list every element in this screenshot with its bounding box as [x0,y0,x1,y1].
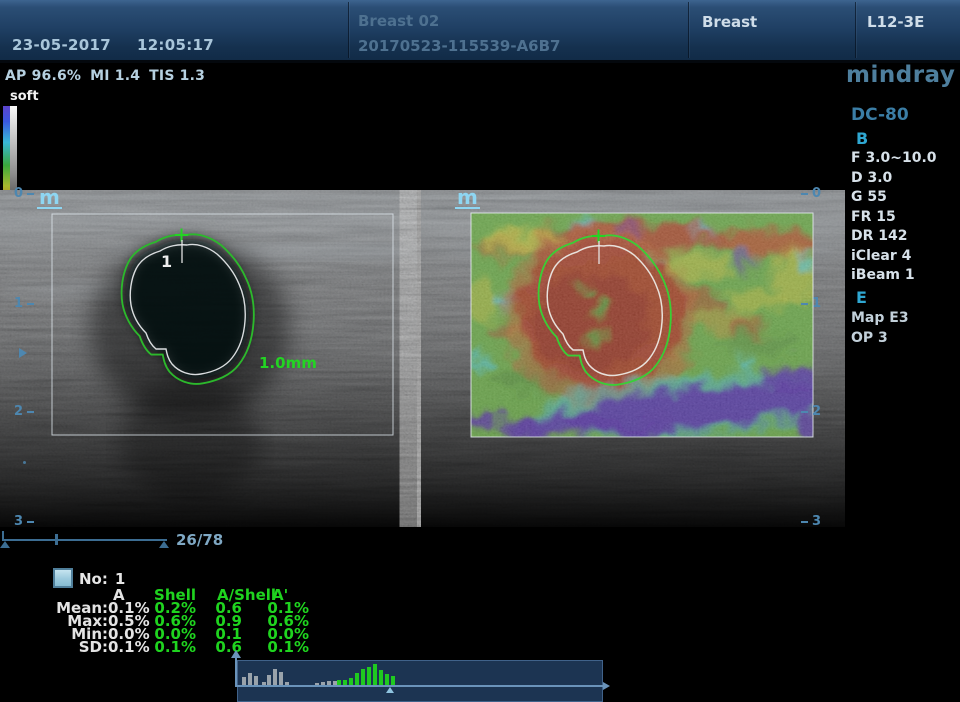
acoustic-output-status: AP 96.6% MI 1.4 TIS 1.3 [5,68,214,84]
e-mode-label: E [856,288,867,307]
ultrasound-display: 1 1.0mm [0,190,845,527]
tick-mark [27,303,34,305]
ultrasound-screen: { "header": { "date": "23-05-2017", "tim… [0,0,960,693]
sd-a-prime: 0.1% [250,641,314,654]
focus-position-marker [19,348,27,358]
param-dynamic-range: DR 142 [851,227,937,247]
param-op: OP 3 [851,329,909,349]
bmode-image: 1 1.0mm [0,190,490,527]
histogram-bar [254,676,258,685]
depth-tick-right-0: 0 [801,186,821,201]
topbar-divider [688,2,689,58]
mindray-logo: mindray [846,62,955,88]
histogram-bar [373,664,377,685]
patient-name: Breast 02 [358,12,439,30]
tick-mark [801,411,808,413]
depth-tick-right-2: 2 [801,404,821,419]
orientation-marker-right: m [455,188,480,209]
row-label: SD: [38,641,108,654]
datetime: 23-05-2017 12:05:17 [12,36,240,54]
param-frame-rate: FR 15 [851,208,937,228]
histogram-bars [237,660,601,685]
histogram-position-marker [386,687,394,693]
exam-time: 12:05:17 [137,36,214,54]
sd-a: 0.1% [108,641,146,654]
cine-position-handle[interactable] [55,534,58,545]
histogram-bar [355,673,359,685]
probe-name: L12-3E [867,13,924,31]
caliper-index-label: 1 [161,252,172,271]
histogram-y-axis [235,657,237,687]
histogram-y-axis-arrow [231,650,241,658]
measurement-table: A Shell A/Shell A' Mean: 0.1% 0.2% 0.6 0… [38,589,314,654]
depth-tick-left-0: 0 [14,186,34,201]
tick-mark [801,303,808,305]
cine-left-end-marker [0,541,10,548]
param-depth: D 3.0 [851,169,937,189]
exam-type: Breast [702,13,757,31]
histogram-x-axis-arrow [603,682,610,690]
orientation-marker-left: m [37,188,62,209]
depth-tick-left-3: 3 [14,514,34,529]
top-bar: 23-05-2017 12:05:17 Breast 02 20170523-11… [0,0,960,63]
histogram-bar [248,673,252,685]
histogram-bar [279,672,283,685]
depth-tick-left-2: 2 [14,404,34,419]
tick-mark [801,521,808,523]
b-mode-label: B [856,129,868,148]
tis-value: TIS 1.3 [149,68,205,84]
histogram-bar [385,674,389,685]
sd-shell: 0.1% [146,641,202,654]
tick-mark [27,411,34,413]
topbar-divider [348,2,349,58]
param-map: Map E3 [851,309,909,329]
sd-a-shell: 0.6 [202,641,250,654]
histogram-bar [391,676,395,685]
system-model: DC-80 [851,105,909,125]
cine-scrollbar[interactable] [2,539,167,541]
depth-tick-right-1: 1 [801,296,821,311]
param-gain: G 55 [851,188,937,208]
e-mode-parameters: Map E3 OP 3 [851,309,909,348]
param-frequency: F 3.0~10.0 [851,149,937,169]
histogram-bar [267,675,271,685]
tick-mark [27,193,34,195]
patient-id: 20170523-115539-A6B7 [358,37,561,55]
tick-mark [801,193,808,195]
histogram-bar [273,669,277,685]
elasto-image [421,190,845,527]
mi-value: MI 1.4 [90,68,140,84]
param-iclear: iClear 4 [851,247,937,267]
histogram-x-axis [236,685,604,687]
histogram-bar [242,677,246,685]
depth-tick-right-3: 3 [801,514,821,529]
b-mode-parameters: F 3.0~10.0 D 3.0 G 55 FR 15 DR 142 iClea… [851,149,937,286]
topbar-divider [855,2,856,58]
histogram-bar [361,669,365,685]
depth-minor-dot [23,461,26,464]
cine-start-tick [2,531,4,539]
measurement-checkbox[interactable] [53,568,73,588]
shell-thickness-label: 1.0mm [259,354,317,372]
ap-value: AP 96.6% [5,68,81,84]
depth-tick-left-1: 1 [14,296,34,311]
histogram-bar [349,678,353,685]
cine-frame-counter: 26/78 [176,531,223,549]
histogram-bar [379,670,383,685]
param-ibeam: iBeam 1 [851,266,937,286]
measurement-number-label: No: [79,570,108,588]
elasto-scale-soft-label: soft [10,89,39,104]
histogram-bar [367,667,371,685]
tick-mark [27,521,34,523]
exam-date: 23-05-2017 [12,36,111,54]
cine-right-end-marker [159,541,169,548]
elasto-color-map [458,206,845,450]
